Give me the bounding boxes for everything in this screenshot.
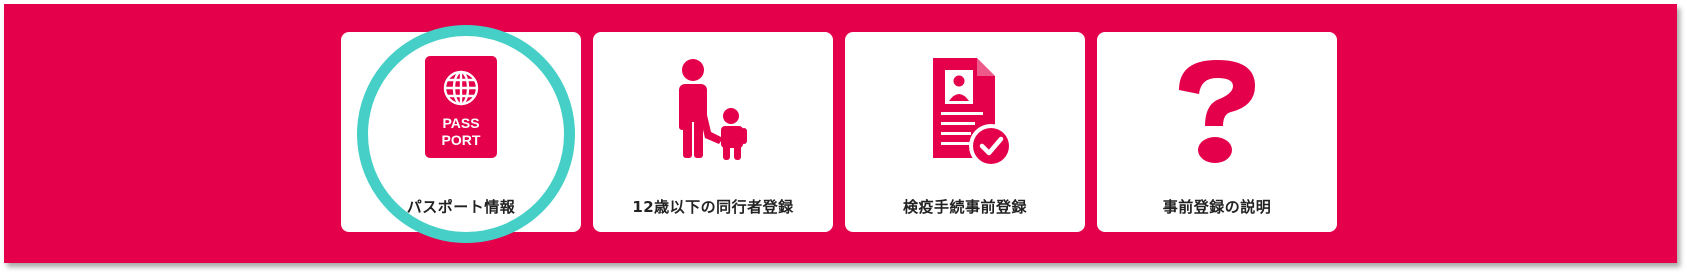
registration-help-card[interactable]: 事前登録の説明 — [1097, 32, 1337, 232]
passport-icon: PASS PORT — [341, 46, 581, 186]
passport-icon-text-2: PORT — [442, 132, 481, 148]
companion-registration-label: 12歳以下の同行者登録 — [632, 198, 794, 216]
quarantine-registration-card[interactable]: 検疫手続事前登録 — [845, 32, 1085, 232]
passport-info-card[interactable]: PASS PORT パスポート情報 — [341, 32, 581, 232]
passport-info-label: パスポート情報 — [406, 198, 516, 216]
passport-icon-text-1: PASS — [442, 115, 479, 131]
companion-registration-card[interactable]: 12歳以下の同行者登録 — [593, 32, 833, 232]
question-mark-icon — [1097, 46, 1337, 186]
document-check-icon — [845, 46, 1085, 186]
registration-help-label: 事前登録の説明 — [1162, 198, 1272, 216]
quarantine-registration-label: 検疫手続事前登録 — [902, 198, 1027, 216]
adult-child-icon — [593, 46, 833, 186]
menu-panel: PASS PORT パスポート情報 12歳以下の同行者登録 検疫手続事前登録 事… — [4, 4, 1677, 263]
